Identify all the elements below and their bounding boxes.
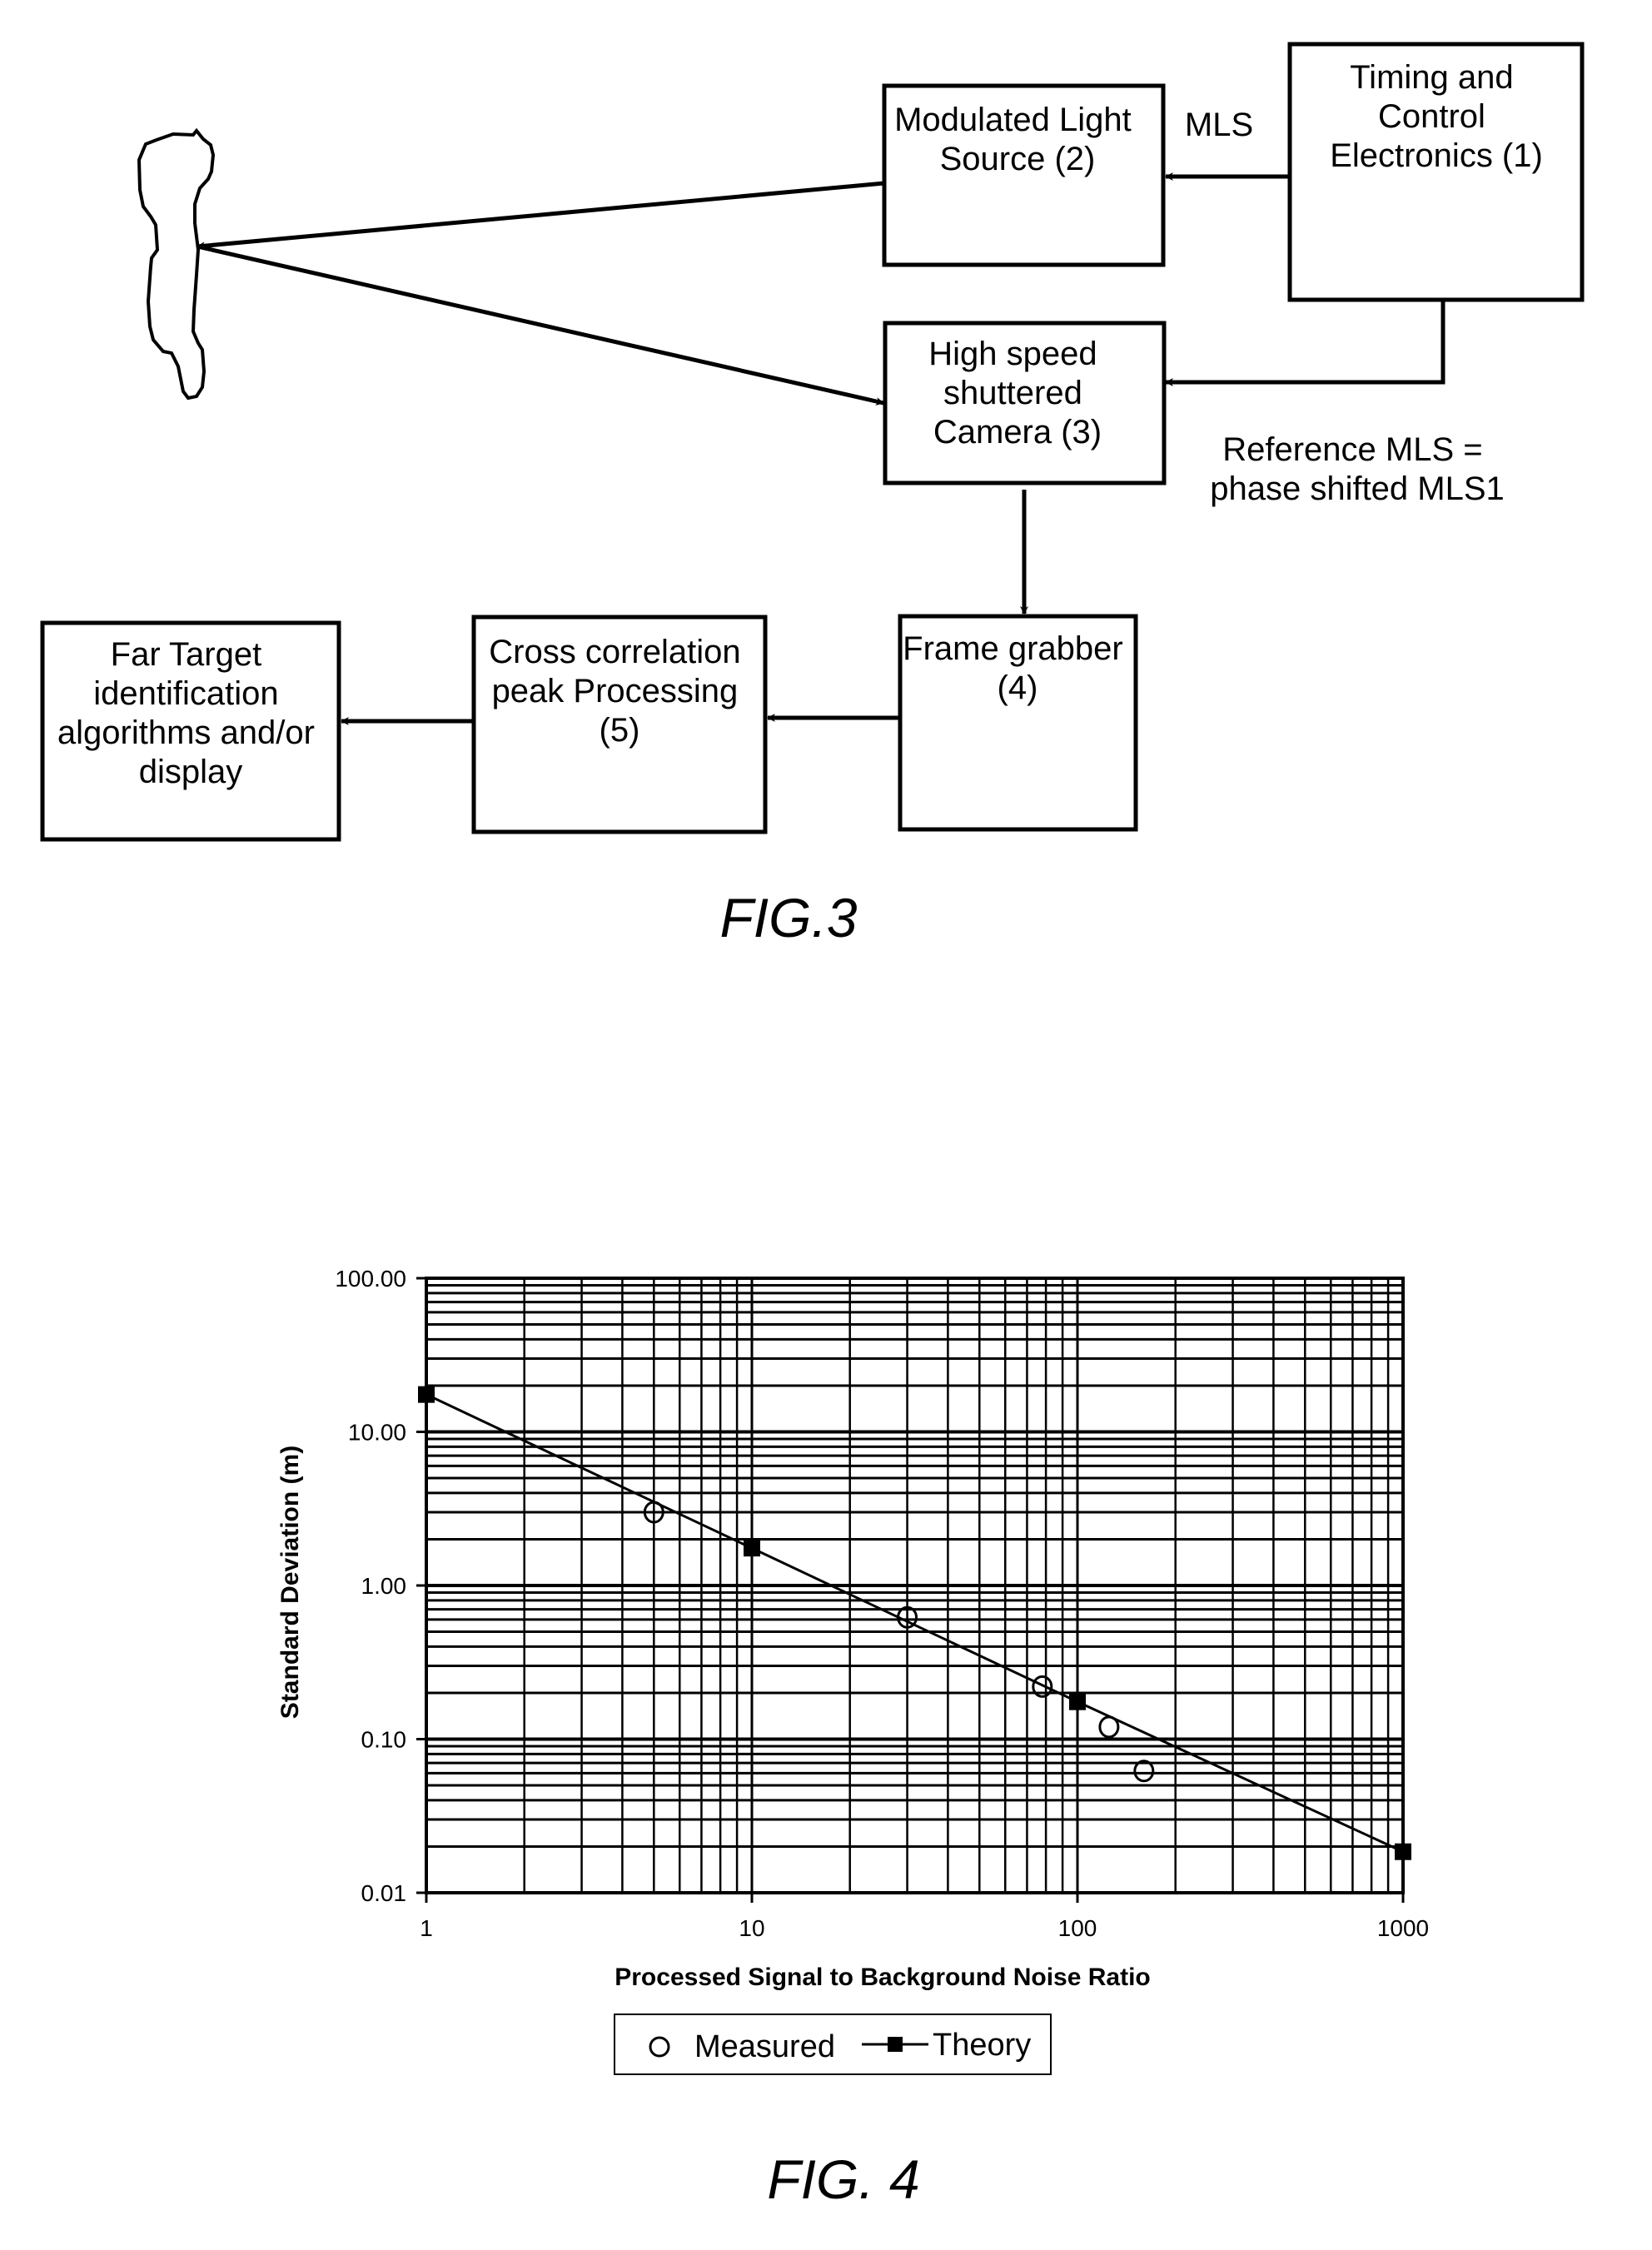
far-target-object-icon [137,127,216,401]
x-tick-label: 100 [1058,1915,1097,1941]
frame-grabber-label: Frame grabber (4) [903,630,1132,706]
reference-mls-label: Reference MLS = phase shifted MLS1 [1210,431,1505,507]
far-target-label: Far Target identification algorithms and… [57,636,324,790]
timing-control-label: Timing and Control Electronics (1) [1330,59,1543,174]
fig4-caption: FIG. 4 [767,2148,919,2210]
cross-correlation-label: Cross correlation peak Processing (5) [489,634,749,749]
y-axis-ticks: 100.00 10.00 1.00 0.10 0.01 [335,1266,426,1906]
mls-label: MLS [1185,107,1253,143]
arrow-light-to-target [197,181,885,251]
theory-point [1395,1843,1411,1860]
x-axis-title: Processed Signal to Background Noise Rat… [615,1964,1150,1991]
x-axis-ticks: 1 10 100 1000 [420,1893,1429,1941]
measured-point [1098,1715,1120,1739]
y-tick-label: 1.00 [361,1573,407,1599]
y-tick-label: 10.00 [348,1420,406,1446]
y-axis-title: Standard Deviation (m) [276,1446,304,1719]
chart-legend: Measured Theory [614,2014,1052,2075]
theory-point [418,1386,435,1403]
theory-point [744,1540,760,1557]
theory-point [1069,1693,1086,1710]
arrow-target-to-camera [197,244,884,406]
fig4-chart: 100.00 10.00 1.00 0.10 0.01 1 10 100 1000 Stand… [276,1266,1429,2210]
arrow-timing-to-camera [1165,300,1446,386]
modulated-light-source-label: Modulated Light Source (2) [894,102,1141,177]
fig3-diagram: Timing and Control Electronics (1) Modul… [40,42,1585,948]
legend-theory-label: Theory [933,2028,1031,2063]
chart-grid [425,1278,1403,1894]
legend-theory-marker-icon [888,2037,903,2052]
figure-sheet: Timing and Control Electronics (1) Modul… [40,42,1585,2210]
x-tick-label: 10 [739,1915,764,1941]
fig3-caption: FIG.3 [719,887,857,948]
legend-measured-label: Measured [694,2029,835,2064]
y-tick-label: 0.01 [361,1880,407,1906]
x-tick-label: 1000 [1377,1915,1429,1941]
y-tick-label: 0.10 [361,1727,407,1753]
y-tick-label: 100.00 [335,1266,406,1292]
camera-label: High speed shuttered Camera (3) [928,336,1107,450]
x-tick-label: 1 [420,1915,433,1941]
